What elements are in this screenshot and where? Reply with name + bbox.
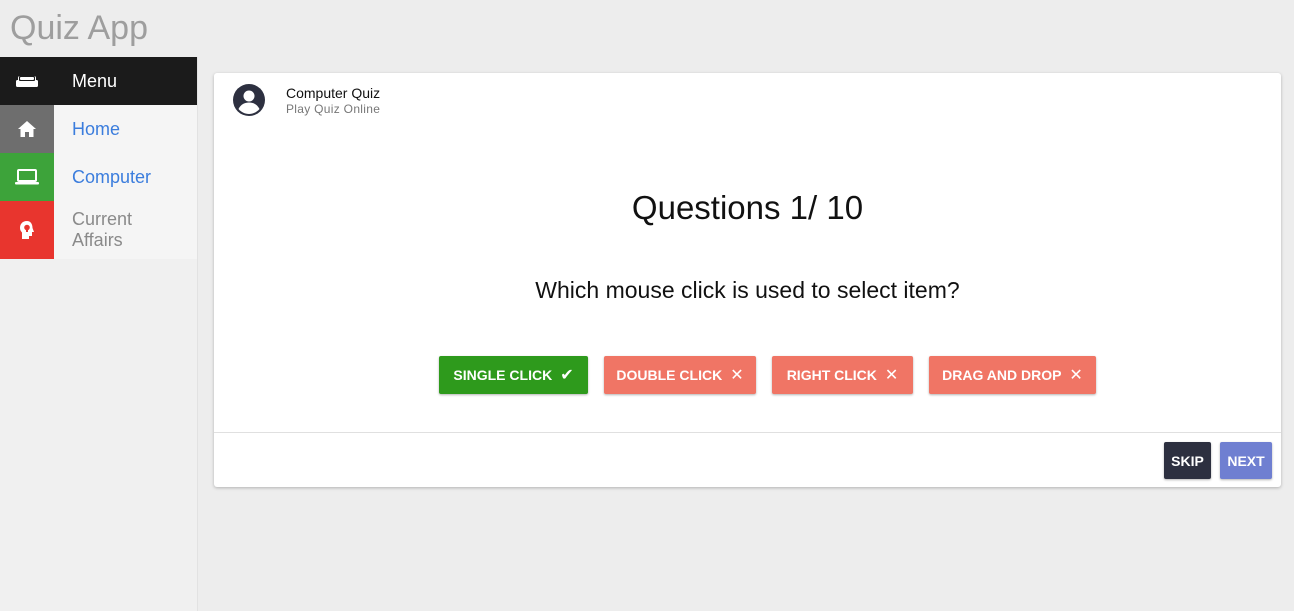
app-title: Quiz App xyxy=(10,9,148,47)
sidebar: Menu Home Computer Current Affairs xyxy=(0,57,198,611)
option-label: DRAG AND DROP xyxy=(942,367,1062,383)
option-drag-and-drop-button[interactable]: DRAG AND DROP ✕ xyxy=(929,356,1096,394)
option-label: DOUBLE CLICK xyxy=(616,367,723,383)
option-label: RIGHT CLICK xyxy=(786,367,877,383)
option-double-click-button[interactable]: DOUBLE CLICK ✕ xyxy=(604,356,756,394)
close-icon: ✕ xyxy=(1069,367,1083,384)
question-counter: Questions 1/ 10 xyxy=(631,189,864,226)
home-icon xyxy=(0,105,54,153)
option-right-click-button[interactable]: RIGHT CLICK ✕ xyxy=(772,356,913,394)
sidebar-item-computer[interactable]: Computer xyxy=(0,153,197,201)
card-title: Computer Quiz xyxy=(286,84,381,101)
option-label: SINGLE CLICK xyxy=(453,367,553,383)
next-button[interactable]: NEXT xyxy=(1220,442,1272,479)
card-divider xyxy=(214,432,1281,433)
laptop-icon xyxy=(0,153,54,201)
card-subtitle: Play Quiz Online xyxy=(286,101,381,116)
sidebar-item-current-affairs[interactable]: Current Affairs xyxy=(0,201,197,259)
sidebar-item-label: Computer xyxy=(72,166,152,187)
check-icon: ✔ xyxy=(560,367,574,384)
couch-icon xyxy=(0,57,54,105)
sidebar-item-home[interactable]: Home xyxy=(0,105,197,153)
question-text: Which mouse click is used to select item… xyxy=(535,277,960,303)
sidebar-item-label: Current Affairs xyxy=(72,209,133,250)
close-icon: ✕ xyxy=(884,367,899,384)
sidebar-item-menu[interactable]: Menu xyxy=(0,57,197,105)
sidebar-item-label: Menu xyxy=(72,70,118,91)
card-header: Computer Quiz Play Quiz Online xyxy=(232,83,380,117)
head-bulb-icon xyxy=(0,201,54,259)
close-icon: ✕ xyxy=(730,367,744,384)
skip-button[interactable]: SKIP xyxy=(1164,442,1211,479)
sidebar-item-label: Home xyxy=(72,118,121,139)
answer-options: SINGLE CLICK ✔ DOUBLE CLICK ✕ RIGHT CLIC… xyxy=(439,356,1112,394)
option-single-click-button[interactable]: SINGLE CLICK ✔ xyxy=(439,356,588,394)
quiz-card: Computer Quiz Play Quiz Online Questions… xyxy=(214,73,1281,487)
user-avatar-icon xyxy=(233,84,265,116)
